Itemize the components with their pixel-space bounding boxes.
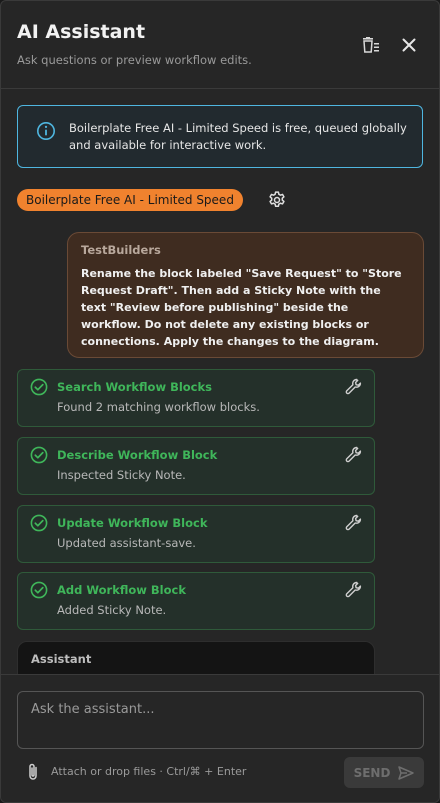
conversation-area[interactable]: Boilerplate Free AI - Limited Speed is f… [1, 90, 439, 674]
tool-call-result: Added Sticky Note. [57, 603, 167, 617]
check-circle-icon [30, 378, 48, 396]
wrench-icon[interactable] [345, 514, 363, 532]
close-icon [402, 38, 416, 52]
panel-title: AI Assistant [17, 21, 146, 43]
tool-call-title: Describe Workflow Block [57, 448, 218, 462]
message-input[interactable] [17, 691, 424, 749]
send-button[interactable]: SEND [344, 757, 424, 788]
close-button[interactable] [399, 35, 419, 55]
model-selector-pill[interactable]: Boilerplate Free AI - Limited Speed [17, 189, 243, 211]
message-text: Rename the block labeled "Save Request" … [81, 267, 402, 348]
tool-call-title: Search Workflow Blocks [57, 380, 212, 394]
composer: Attach or drop files · Ctrl/⌘ + Enter SE… [1, 674, 439, 802]
tool-call-result: Updated assistant-save. [57, 536, 196, 550]
check-circle-icon [30, 581, 48, 599]
ai-assistant-panel: AI Assistant Ask questions or preview wo… [0, 0, 440, 803]
wrench-icon[interactable] [345, 378, 363, 396]
info-icon [37, 122, 55, 140]
tool-call-card: Search Workflow Blocks Found 2 matching … [17, 369, 375, 427]
paperclip-icon[interactable] [25, 762, 41, 782]
tool-call-card: Describe Workflow Block Inspected Sticky… [17, 437, 375, 495]
tool-call-card: Update Workflow Block Updated assistant-… [17, 505, 375, 563]
clear-chat-icon [363, 37, 379, 53]
check-circle-icon [30, 446, 48, 464]
send-icon [398, 765, 415, 780]
assistant-message: Assistant [17, 641, 375, 674]
panel-header: AI Assistant Ask questions or preview wo… [1, 1, 439, 89]
wrench-icon[interactable] [345, 446, 363, 464]
user-message: TestBuilders Rename the block labeled "S… [67, 232, 424, 358]
tool-call-result: Inspected Sticky Note. [57, 468, 186, 482]
info-text: Boilerplate Free AI - Limited Speed is f… [69, 121, 407, 152]
tool-call-card: Add Workflow Block Added Sticky Note. [17, 572, 375, 630]
tool-call-title: Add Workflow Block [57, 583, 186, 597]
attach-hint: Attach or drop files · Ctrl/⌘ + Enter [51, 765, 247, 778]
assistant-label: Assistant [31, 652, 92, 666]
model-info-notice: Boilerplate Free AI - Limited Speed is f… [17, 105, 423, 168]
tool-call-result: Found 2 matching workflow blocks. [57, 400, 260, 414]
clear-chat-button[interactable] [361, 35, 381, 55]
send-label: SEND [353, 765, 391, 780]
panel-subtitle: Ask questions or preview workflow edits. [17, 53, 252, 67]
gear-icon[interactable] [267, 190, 287, 210]
wrench-icon[interactable] [345, 581, 363, 599]
message-author: TestBuilders [81, 243, 161, 257]
tool-call-title: Update Workflow Block [57, 516, 208, 530]
check-circle-icon [30, 514, 48, 532]
